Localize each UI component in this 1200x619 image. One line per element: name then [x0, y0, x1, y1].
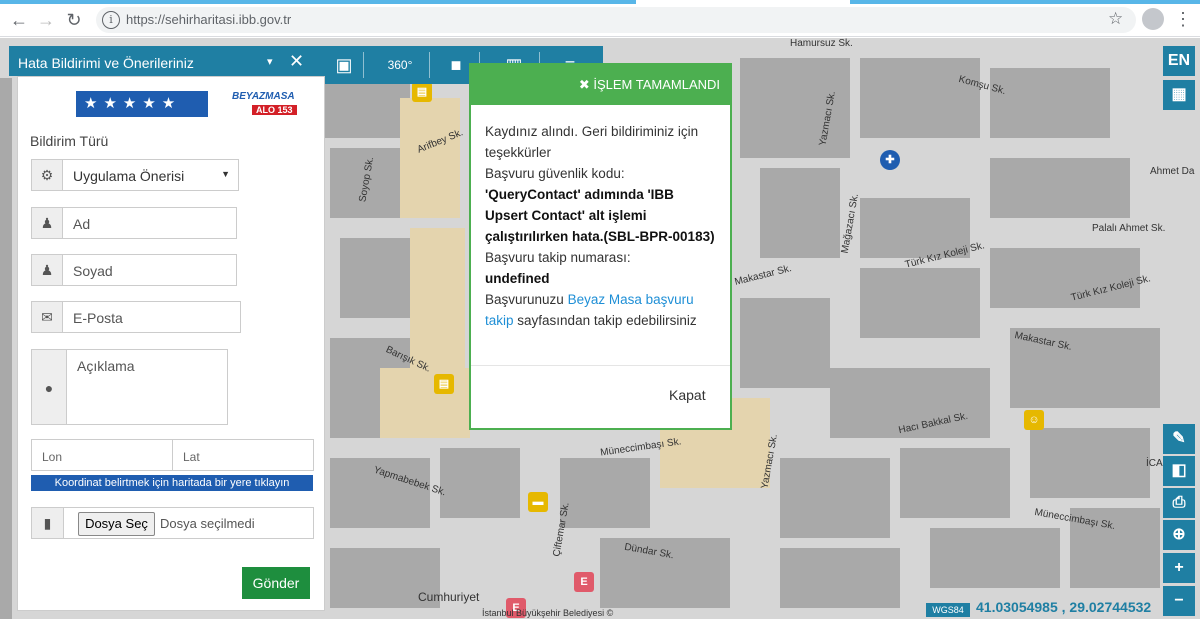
zoom-out-button[interactable]: −	[1163, 586, 1195, 616]
collapse-icon[interactable]: ▾	[267, 55, 273, 68]
email-input[interactable]: E-Posta	[63, 301, 241, 333]
user-icon: ♟	[31, 207, 63, 239]
street-label: Makastar Sk.	[733, 263, 793, 288]
dialog-text-part: sayfasından takip edebilirsiniz	[513, 313, 697, 328]
file-status: Dosya seçilmedi	[160, 516, 255, 531]
back-icon[interactable]: ←	[7, 8, 31, 32]
description-textarea[interactable]: Açıklama	[66, 349, 228, 425]
address-bar[interactable]: i https://sehirharitasi.ibb.gov.tr ☆	[96, 7, 1136, 33]
chevron-down-icon: ▼	[221, 169, 230, 179]
feedback-panel: ★★★★★ BEYAZMASA ALO 153 Bildirim Türü ⚙ …	[17, 76, 325, 611]
dialog-text: Başvuru takip numarası:	[485, 250, 631, 265]
surname-input[interactable]: Soyad	[63, 254, 237, 286]
zoom-in-button[interactable]: +	[1163, 553, 1195, 583]
rating-stars[interactable]: ★★★★★	[76, 91, 208, 117]
feedback-panel-header: Hata Bildirimi ve Önerileriniz ▾ ✕	[9, 46, 325, 76]
layers-icon[interactable]: ◧	[1163, 456, 1195, 486]
dialog-text: Başvurunuzu Beyaz Masa başvuru takip say…	[485, 289, 715, 331]
browser-chrome: ← → ↻ i https://sehirharitasi.ibb.gov.tr…	[0, 0, 1200, 37]
coordinate-readout: 41.03054985 , 29.02744532	[976, 599, 1152, 615]
envelope-icon: ✉	[31, 301, 63, 333]
camera-icon[interactable]: ■	[443, 52, 469, 78]
type-select-value[interactable]: Uygulama Önerisi ▼	[63, 159, 239, 191]
close-icon[interactable]: ✖	[579, 77, 590, 92]
name-field[interactable]: ♟ Ad	[31, 207, 237, 239]
email-field[interactable]: ✉ E-Posta	[31, 301, 241, 333]
menu-icon[interactable]: ⋮	[1174, 8, 1192, 30]
result-dialog: ✖ İŞLEM TAMAMLANDI Kaydınız alındı. Geri…	[469, 63, 732, 430]
poi-icon[interactable]: ✚	[880, 150, 900, 170]
panel-title: Hata Bildirimi ve Önerileriniz	[18, 55, 194, 71]
measure-icon[interactable]: ✎	[1163, 424, 1195, 454]
type-label: Bildirim Türü	[30, 133, 109, 149]
logo-subtext: ALO 153	[252, 105, 297, 115]
poi-icon[interactable]: ☺	[1024, 410, 1044, 430]
file-field[interactable]: ▮ Dosya Seç Dosya seçilmedi	[31, 507, 314, 539]
street-label: Çiftemar Sk.	[551, 501, 572, 558]
dialog-text: Başvuru güvenlik kodu:	[485, 166, 625, 181]
type-value: Uygulama Önerisi	[73, 168, 185, 184]
poi-icon[interactable]: ▬	[528, 492, 548, 512]
poi-icon[interactable]: E	[574, 572, 594, 592]
file-choose-button[interactable]: Dosya Seç	[78, 512, 155, 536]
street-label: Hamursuz Sk.	[790, 38, 853, 49]
dialog-text: Kaydınız alındı. Geri bildiriminiz için …	[485, 124, 699, 160]
info-icon[interactable]: i	[102, 11, 120, 29]
tab-indicator	[850, 0, 1200, 4]
print-icon[interactable]: ⎙	[1163, 488, 1195, 518]
street-label: Cumhuriyet	[418, 590, 480, 604]
dialog-title: İŞLEM TAMAMLANDI	[593, 77, 720, 92]
surname-field[interactable]: ♟ Soyad	[31, 254, 237, 286]
traffic-icon[interactable]: ▦	[1163, 80, 1195, 110]
language-button[interactable]: EN	[1163, 46, 1195, 76]
dialog-body: Kaydınız alındı. Geri bildiriminiz için …	[485, 121, 715, 331]
beyazmasa-logo: BEYAZMASA ALO 153	[232, 91, 312, 117]
street-label: İCA	[1146, 458, 1163, 469]
user-icon: ♟	[31, 254, 63, 286]
lat-input[interactable]: Lat	[172, 439, 314, 471]
error-text: 'QueryContact' adımında 'IBB Upsert Cont…	[485, 187, 715, 244]
name-input[interactable]: Ad	[63, 207, 237, 239]
profile-avatar[interactable]	[1142, 8, 1164, 30]
close-button[interactable]: Kapat	[669, 387, 706, 403]
dialog-text-part: Başvurunuzu	[485, 292, 568, 307]
tab-indicator	[0, 0, 636, 4]
forward-icon[interactable]: →	[34, 8, 58, 32]
url-text[interactable]: https://sehirharitasi.ibb.gov.tr	[126, 12, 291, 27]
divider	[471, 365, 730, 366]
street-label: Mağazacı Sk.	[839, 192, 861, 255]
close-icon[interactable]: ✕	[289, 51, 304, 72]
file-icon: ▮	[32, 508, 64, 538]
submit-button[interactable]: Gönder	[242, 567, 310, 599]
comment-icon: ●	[31, 349, 67, 425]
360-icon[interactable]: 360°	[387, 52, 413, 78]
bookmark-star-icon[interactable]: ☆	[1108, 9, 1123, 29]
tram-icon[interactable]: ▣	[331, 52, 357, 78]
dialog-header: ✖ İŞLEM TAMAMLANDI	[471, 65, 730, 105]
locate-icon[interactable]: ⊕	[1163, 520, 1195, 550]
type-select[interactable]: ⚙ Uygulama Önerisi ▼	[31, 159, 239, 191]
street-label: Palalı Ahmet Sk.	[1092, 223, 1166, 234]
poi-icon[interactable]: ▤	[412, 82, 432, 102]
street-label: Ahmet Da	[1150, 166, 1195, 177]
datum-badge: WGS84	[926, 603, 970, 617]
reload-icon[interactable]: ↻	[62, 8, 86, 32]
tracking-number: undefined	[485, 271, 550, 286]
lon-input[interactable]: Lon	[31, 439, 173, 471]
copyright: İstanbul Büyükşehir Belediyesi ©	[482, 608, 614, 618]
poi-icon[interactable]: ▤	[434, 374, 454, 394]
logo-text: BEYAZMASA	[232, 91, 295, 102]
coordinate-hint: Koordinat belirtmek için haritada bir ye…	[31, 475, 313, 491]
gear-icon: ⚙	[31, 159, 63, 191]
